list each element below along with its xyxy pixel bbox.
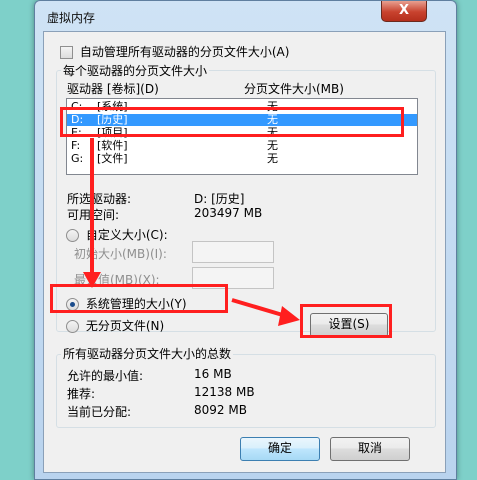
annotation-arrowhead-right (278, 306, 300, 326)
annotation-arrow-right (231, 298, 287, 318)
annotation-arrowhead-down (83, 272, 101, 288)
annotation-arrows (83, 138, 300, 326)
